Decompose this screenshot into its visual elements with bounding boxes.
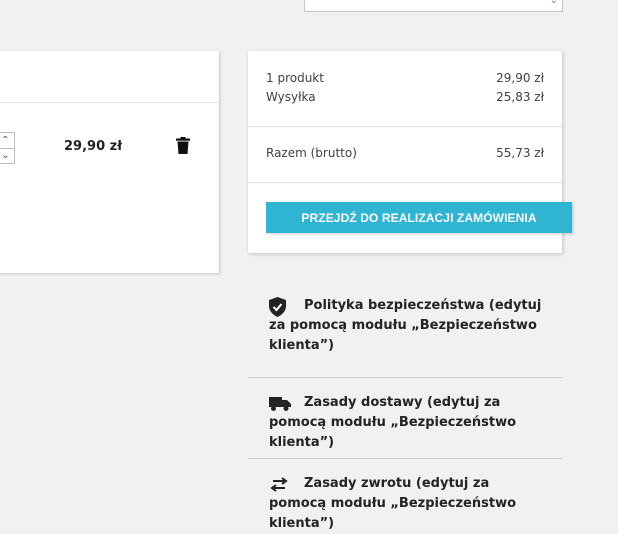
- cart-items-panel: ⌃ ⌄ 29,90 zł: [0, 51, 219, 273]
- reassurance-item-security: Polityka bezpieczeństwa (edytuj za pomoc…: [248, 288, 562, 364]
- reassurance-item-returns: Zasady zwrotu (edytuj za pomocą modułu „…: [248, 459, 562, 531]
- search-input[interactable]: ⌄: [304, 0, 563, 12]
- total-label: Razem (brutto): [266, 146, 357, 160]
- line-item-price: 29,90 zł: [64, 139, 123, 154]
- chevron-down-icon: ⌄: [549, 0, 558, 6]
- shipping-value: 25,83 zł: [496, 90, 544, 104]
- shield-check-icon: [269, 297, 286, 317]
- reassurance-text-returns: Zasady zwrotu (edytuj za pomocą modułu „…: [269, 476, 517, 531]
- products-count-label: 1 produkt: [266, 71, 324, 85]
- checkout-button[interactable]: PRZEJDŹ DO REALIZACJI ZAMÓWIENIA: [266, 202, 572, 233]
- total-row: Razem (brutto) 55,73 zł: [266, 146, 544, 160]
- shipping-row: Wysyłka 25,83 zł: [266, 90, 544, 104]
- shipping-label: Wysyłka: [266, 90, 316, 104]
- divider: [248, 182, 562, 183]
- divider: [0, 102, 219, 103]
- reassurance-block: Polityka bezpieczeństwa (edytuj za pomoc…: [248, 288, 562, 531]
- products-subtotal-value: 29,90 zł: [496, 71, 544, 85]
- reassurance-text-security: Polityka bezpieczeństwa (edytuj za pomoc…: [269, 298, 542, 353]
- cart-summary-panel: 1 produkt 29,90 zł Wysyłka 25,83 zł Raze…: [248, 51, 572, 253]
- trash-icon[interactable]: [176, 137, 190, 154]
- quantity-decrease-button[interactable]: ⌄: [0, 148, 14, 163]
- cart-page: ⌄ ⌃ ⌄ 29,90 zł 1 produkt 29,90 zł Wysyłk…: [0, 0, 618, 534]
- divider: [248, 126, 562, 127]
- quantity-stepper[interactable]: ⌃ ⌄: [0, 132, 15, 164]
- reassurance-text-delivery: Zasady dostawy (edytuj za pomocą modułu …: [269, 395, 517, 450]
- total-value: 55,73 zł: [496, 146, 544, 160]
- truck-icon: [269, 397, 291, 411]
- reassurance-item-delivery: Zasady dostawy (edytuj za pomocą modułu …: [248, 378, 562, 450]
- products-subtotal-row: 1 produkt 29,90 zł: [266, 71, 544, 85]
- quantity-increase-button[interactable]: ⌃: [0, 133, 14, 149]
- swap-arrows-icon: [270, 477, 288, 492]
